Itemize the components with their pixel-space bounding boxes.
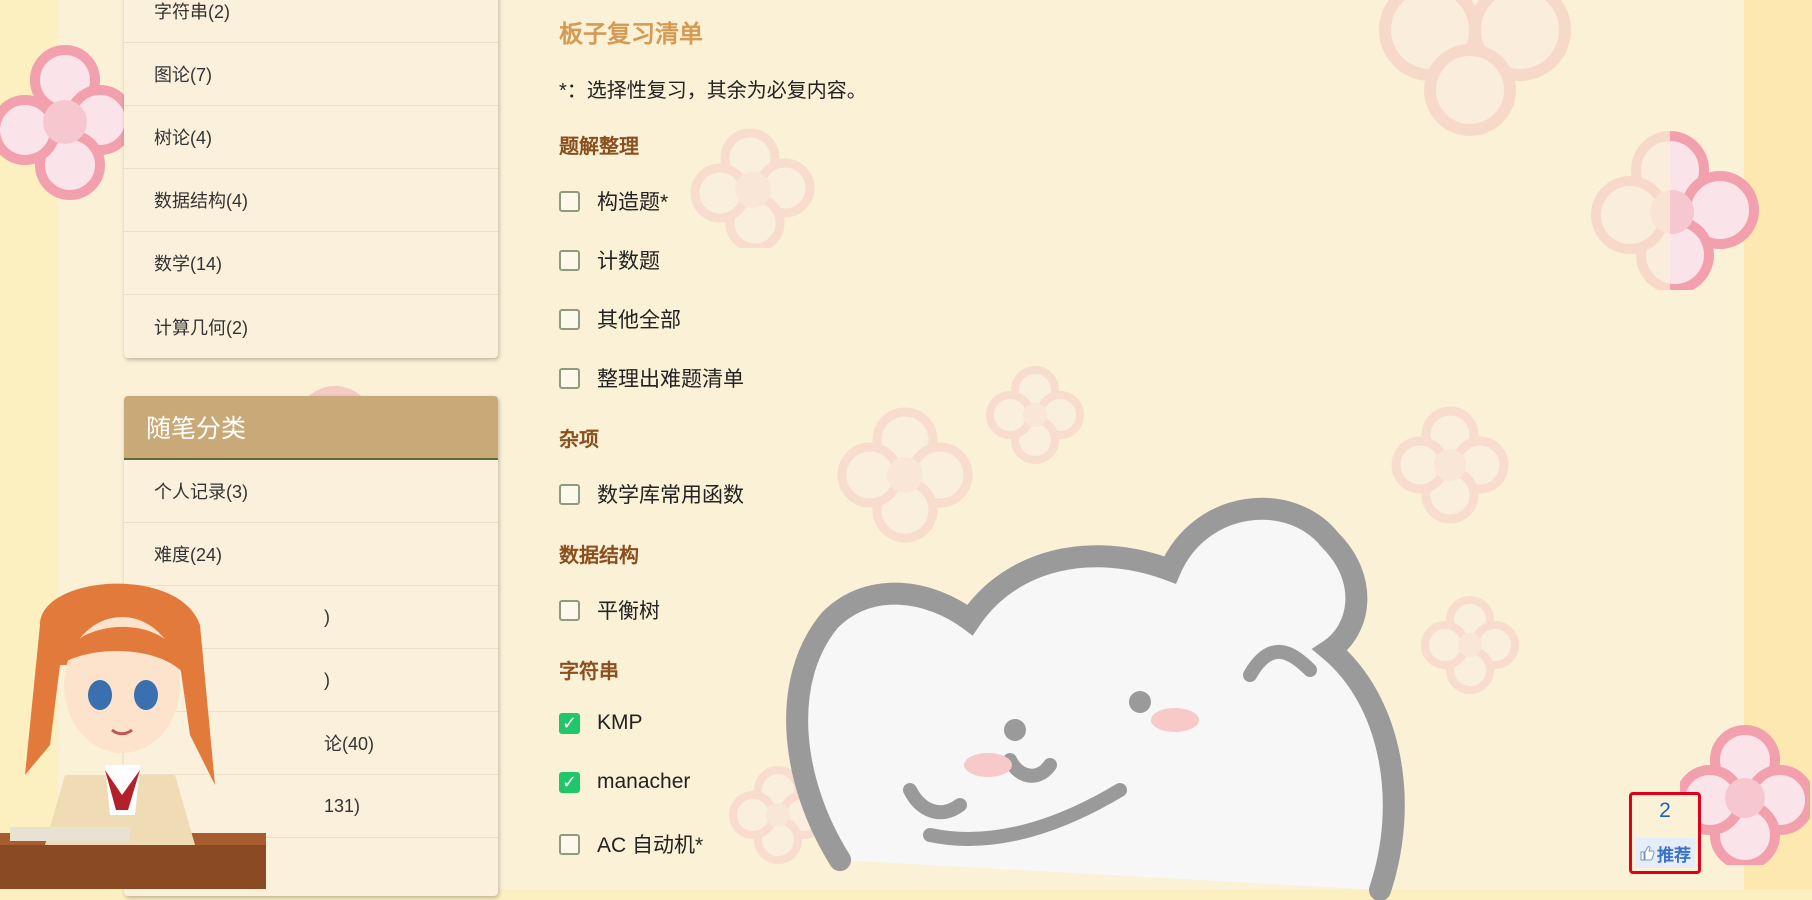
- bear-illustration: [786, 497, 1405, 900]
- checkbox-checked-icon[interactable]: ✓: [559, 771, 580, 793]
- flower-decoration: [0, 45, 130, 200]
- panel-title: 随笔分类: [124, 396, 498, 460]
- category-panel: 字符串(2) 图论(7) 树论(4) 数据结构(4) 数学(14) 计算几何(2…: [124, 0, 498, 358]
- section-heading: 题解整理: [559, 136, 639, 158]
- anime-girl-mascot: [0, 583, 266, 889]
- category-item[interactable]: 数学(14): [124, 232, 498, 295]
- checkbox-icon[interactable]: [559, 483, 580, 505]
- recommend-button[interactable]: 2 推荐: [1629, 792, 1701, 874]
- recommend-count: 2: [1659, 799, 1671, 822]
- checklist-item[interactable]: AC 自动机*: [559, 829, 703, 859]
- category-item[interactable]: 计算几何(2): [124, 295, 498, 358]
- checkbox-icon[interactable]: [559, 249, 580, 271]
- post-title: 板子复习清单: [559, 21, 703, 48]
- checklist-label: 数学库常用函数: [597, 484, 744, 507]
- checklist-item[interactable]: 数学库常用函数: [559, 479, 744, 509]
- checklist-label: 其他全部: [597, 309, 681, 332]
- checklist-item[interactable]: 其他全部: [559, 304, 681, 334]
- post-note: *：选择性复习，其余为必复内容。: [559, 80, 867, 102]
- checklist-label: manacher: [597, 770, 691, 793]
- checklist-label: 计数题: [597, 250, 660, 273]
- checkbox-icon[interactable]: [559, 367, 580, 389]
- checklist-item[interactable]: 计数题: [559, 245, 660, 275]
- checklist-label: 平衡树: [597, 600, 660, 623]
- thumbs-up-icon: [1640, 846, 1655, 861]
- checkbox-icon[interactable]: [559, 308, 580, 330]
- checklist-item[interactable]: 构造题*: [559, 186, 668, 216]
- checklist-label: AC 自动机*: [597, 834, 704, 857]
- checkbox-icon[interactable]: [559, 599, 580, 621]
- section-heading: 字符串: [559, 661, 619, 683]
- category-item[interactable]: 数据结构(4): [124, 169, 498, 232]
- checklist-label: 整理出难题清单: [597, 368, 744, 391]
- recommend-label-box[interactable]: 推荐: [1635, 838, 1695, 868]
- category-item[interactable]: 字符串(2): [124, 0, 498, 43]
- section-heading: 杂项: [559, 429, 599, 451]
- checklist-item[interactable]: ✓ manacher: [559, 770, 690, 794]
- section-heading: 数据结构: [559, 545, 639, 567]
- category-item[interactable]: 图论(7): [124, 43, 498, 106]
- category-item[interactable]: 个人记录(3): [124, 460, 498, 523]
- checklist-label: KMP: [597, 711, 643, 734]
- checklist-item[interactable]: 平衡树: [559, 595, 660, 625]
- checklist-label: 构造题*: [597, 191, 669, 214]
- checkbox-icon[interactable]: [559, 833, 580, 855]
- checklist-item[interactable]: 整理出难题清单: [559, 363, 744, 393]
- recommend-text: 推荐: [1657, 845, 1691, 865]
- checkbox-checked-icon[interactable]: ✓: [559, 712, 580, 734]
- category-item[interactable]: 树论(4): [124, 106, 498, 169]
- checklist-item[interactable]: ✓ KMP: [559, 711, 643, 735]
- checkbox-icon[interactable]: [559, 190, 580, 212]
